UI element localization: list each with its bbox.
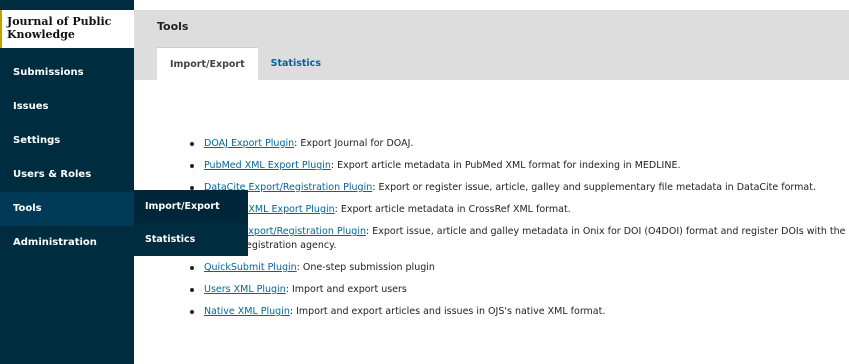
tab-bar: Import/Export Statistics [157, 47, 334, 80]
journal-brand[interactable]: Journal of Public Knowledge [0, 10, 134, 48]
flyout-item-import-export[interactable]: Import/Export [134, 190, 248, 223]
sidebar-nav: Submissions Issues Settings Users & Role… [0, 56, 134, 260]
sidebar-item-users-roles[interactable]: Users & Roles [0, 158, 134, 192]
sidebar-item-tools[interactable]: Tools [0, 192, 134, 226]
quicksubmit-plugin-link[interactable]: QuickSubmit Plugin [204, 262, 297, 273]
list-item: CrossRef XML Export Plugin: Export artic… [184, 203, 849, 217]
plugin-description: : Export Journal for DOAJ. [294, 138, 414, 149]
sidebar-item-administration[interactable]: Administration [0, 226, 134, 260]
list-item: mEDRA Export/Registration Plugin: Export… [184, 225, 849, 253]
sidebar-top-bar [0, 0, 134, 10]
plugin-description: : Export article metadata in PubMed XML … [330, 160, 681, 171]
plugin-description: : Export article metadata in CrossRef XM… [334, 204, 571, 215]
sidebar-item-settings[interactable]: Settings [0, 124, 134, 158]
plugin-description: : Import and export users [285, 284, 407, 295]
list-item: DataCite Export/Registration Plugin: Exp… [184, 181, 849, 195]
plugin-description: : One-step submission plugin [296, 262, 435, 273]
flyout-item-statistics[interactable]: Statistics [134, 223, 248, 256]
page-header: Tools Import/Export Statistics [134, 10, 849, 80]
plugin-description: : Export or register issue, article, gal… [372, 182, 816, 193]
page-title: Tools [157, 20, 189, 33]
list-item: PubMed XML Export Plugin: Export article… [184, 159, 849, 173]
plugin-description: : Import and export articles and issues … [289, 306, 606, 317]
pubmed-xml-export-plugin-link[interactable]: PubMed XML Export Plugin [204, 160, 331, 171]
tab-import-export[interactable]: Import/Export [157, 47, 258, 80]
users-xml-plugin-link[interactable]: Users XML Plugin [204, 284, 286, 295]
tab-statistics[interactable]: Statistics [258, 47, 334, 80]
tools-flyout-menu: Import/Export Statistics [134, 190, 248, 256]
list-item: Users XML Plugin: Import and export user… [184, 283, 849, 297]
list-item: DOAJ Export Plugin: Export Journal for D… [184, 137, 849, 151]
sidebar: Journal of Public Knowledge Submissions … [0, 0, 134, 364]
list-item: Native XML Plugin: Import and export art… [184, 305, 849, 319]
sidebar-item-submissions[interactable]: Submissions [0, 56, 134, 90]
doaj-export-plugin-link[interactable]: DOAJ Export Plugin [204, 138, 294, 149]
plugin-list: DOAJ Export Plugin: Export Journal for D… [184, 137, 849, 327]
native-xml-plugin-link[interactable]: Native XML Plugin [204, 306, 290, 317]
list-item: QuickSubmit Plugin: One-step submission … [184, 261, 849, 275]
sidebar-item-issues[interactable]: Issues [0, 90, 134, 124]
